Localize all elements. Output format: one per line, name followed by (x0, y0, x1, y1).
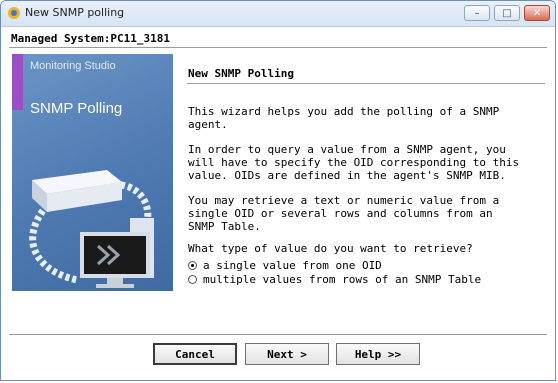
maximize-icon: □ (502, 7, 512, 19)
monitor-icon (80, 218, 154, 288)
banner-illustration (29, 170, 154, 288)
banner-accent-bar (12, 54, 23, 110)
oid-paragraph: In order to query a value from a SNMP ag… (188, 143, 520, 182)
heading-divider (187, 83, 545, 84)
minimize-button[interactable]: – (464, 5, 490, 21)
maximize-button[interactable]: □ (494, 5, 520, 21)
top-divider (9, 47, 547, 48)
banner-title: SNMP Polling (30, 100, 123, 117)
next-button[interactable]: Next > (245, 343, 329, 365)
option-single-value[interactable]: a single value from one OID (188, 259, 382, 272)
minimize-icon: – (474, 7, 480, 19)
app-icon (8, 7, 20, 19)
radio-table-values[interactable] (188, 275, 197, 284)
radio-single-value[interactable] (188, 261, 197, 270)
server-icon (32, 170, 122, 212)
title-bar[interactable]: New SNMP polling – □ ✕ (1, 1, 555, 27)
banner-brand: Monitoring Studio (30, 60, 116, 72)
option-table-values[interactable]: multiple values from rows of an SNMP Tab… (188, 273, 481, 286)
managed-system-label: Managed System:PC11_3181 (11, 32, 170, 45)
wizard-banner: Monitoring Studio SNMP Polling (12, 54, 173, 291)
retrieve-paragraph: You may retrieve a text or numeric value… (188, 194, 500, 233)
close-icon: ✕ (532, 7, 542, 19)
question-text: What type of value do you want to retrie… (188, 242, 473, 255)
wizard-content: Managed System:PC11_3181 Monitoring Stud… (1, 27, 555, 380)
cancel-button[interactable]: Cancel (153, 343, 237, 365)
window-title: New SNMP polling (25, 6, 125, 19)
help-button[interactable]: Help >> (336, 343, 420, 365)
page-heading: New SNMP Polling (188, 67, 294, 80)
bottom-divider (9, 334, 547, 335)
intro-paragraph: This wizard helps you add the polling of… (188, 105, 500, 131)
option-table-values-label: multiple values from rows of an SNMP Tab… (203, 273, 482, 286)
close-button[interactable]: ✕ (524, 5, 550, 21)
wizard-window: New SNMP polling – □ ✕ Managed System:PC… (0, 0, 556, 381)
option-single-value-label: a single value from one OID (203, 259, 382, 272)
